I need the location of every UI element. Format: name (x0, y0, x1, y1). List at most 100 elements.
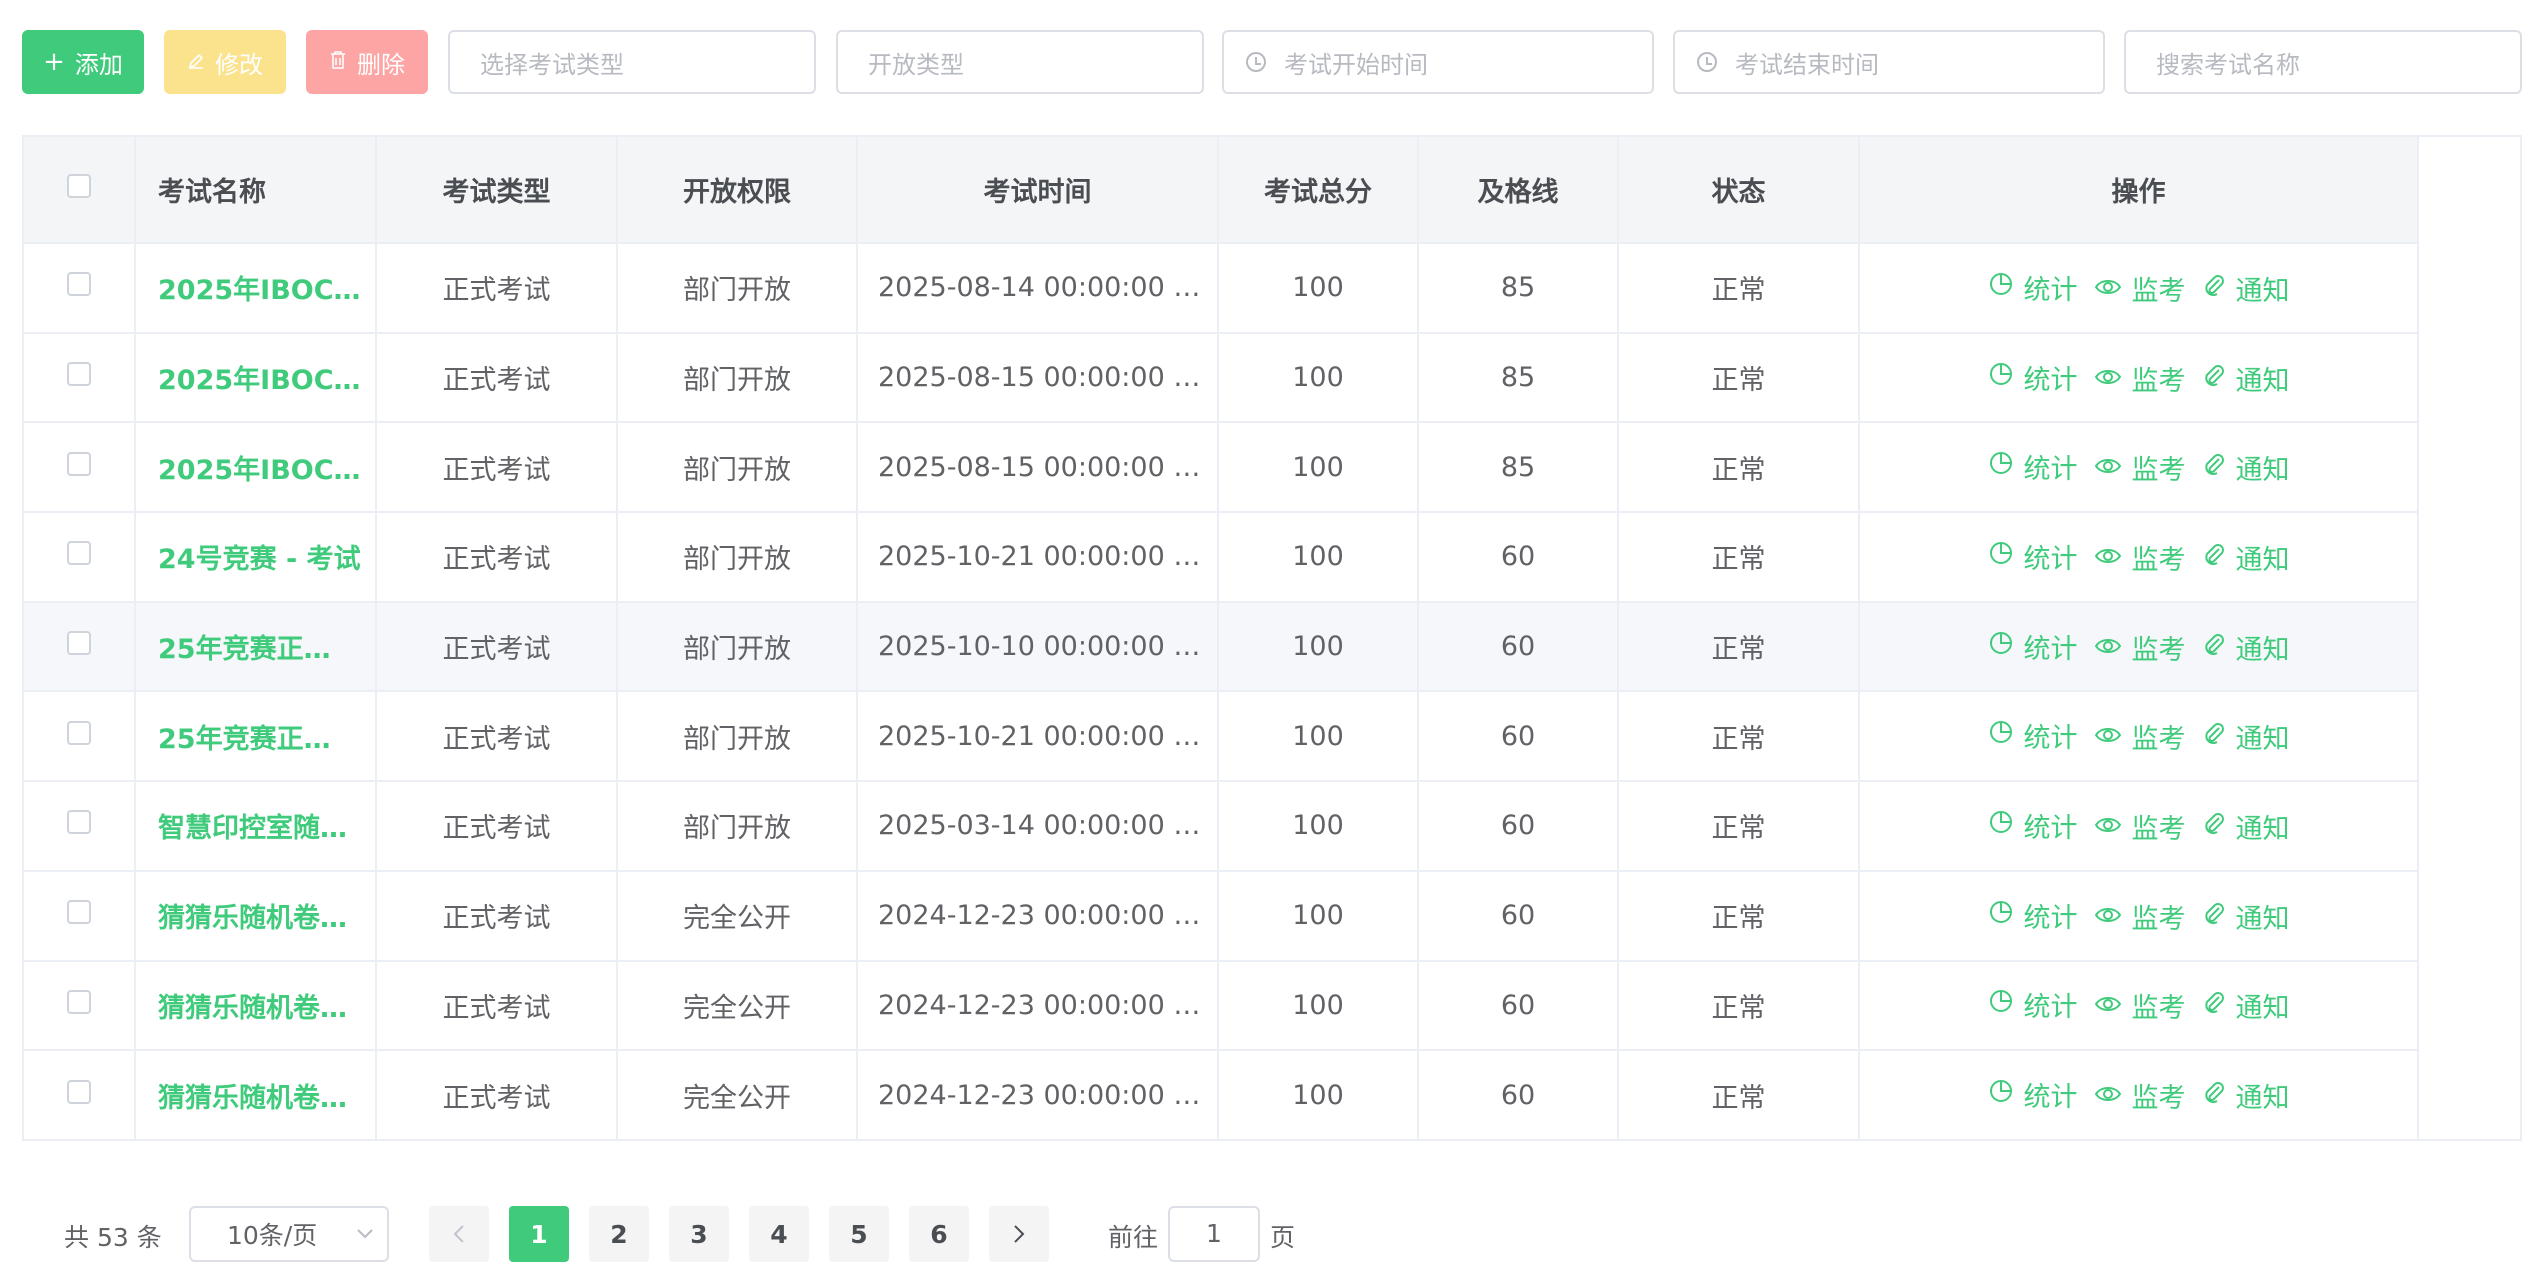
page-4-button[interactable]: 4 (749, 1206, 809, 1262)
stats-label: 统计 (2023, 723, 2078, 755)
monitor-action[interactable]: 监考 (2094, 538, 2186, 577)
monitor-action[interactable]: 监考 (2094, 897, 2186, 936)
exam-name-link[interactable]: 猜猜乐随机卷… (135, 960, 377, 1052)
table-row[interactable]: 25年竞赛正… 正式考试 部门开放 2025-10-10 00:00:00 ~… 100… (24, 601, 2419, 693)
monitor-action[interactable]: 监考 (2094, 448, 2186, 487)
actions-cell: 统计 监考 通知 (1859, 781, 2419, 872)
monitor-action[interactable]: 监考 (2094, 269, 2186, 308)
exam-name-link[interactable]: 2025年IBOC… (135, 422, 377, 514)
row-select-cell (24, 960, 136, 1052)
table-row[interactable]: 猜猜乐随机卷… 正式考试 完全公开 2024-12-23 00:00:00 ~… 100… (24, 870, 2419, 962)
table-row[interactable]: 猜猜乐随机卷… 正式考试 完全公开 2024-12-23 00:00:00 ~… 100… (24, 960, 2419, 1052)
exam-name-link[interactable]: 智慧印控室随… (135, 781, 377, 872)
monitor-action[interactable]: 监考 (2094, 807, 2186, 846)
page-2-button[interactable]: 2 (589, 1206, 649, 1262)
end-time-picker[interactable]: 考试结束时间 (1673, 30, 2105, 94)
monitor-action[interactable]: 监考 (2094, 1076, 2186, 1115)
row-checkbox[interactable] (67, 541, 91, 566)
row-checkbox[interactable] (67, 631, 91, 656)
monitor-action[interactable]: 监考 (2094, 717, 2186, 756)
stats-action[interactable]: 统计 (1988, 1075, 2078, 1114)
notify-action[interactable]: 通知 (2202, 1076, 2290, 1115)
row-checkbox[interactable] (67, 989, 91, 1014)
exam-name-link[interactable]: 25年竞赛正… (135, 691, 377, 783)
eye-icon (2094, 542, 2132, 573)
table-row[interactable]: 2025年IBOC… 正式考试 部门开放 2025-08-14 00:00:00 ~…… (24, 243, 2419, 334)
stats-action[interactable]: 统计 (1988, 627, 2078, 666)
exam-name-link[interactable]: 2025年IBOC… (135, 243, 377, 334)
page-1-button[interactable]: 1 (509, 1206, 569, 1262)
row-checkbox[interactable] (67, 1079, 91, 1104)
exam-name-link[interactable]: 猜猜乐随机卷… (135, 870, 377, 962)
table-row[interactable]: 25年竞赛正… 正式考试 部门开放 2025-10-21 00:00:00 ~… 100… (24, 691, 2419, 783)
paperclip-icon (2202, 452, 2236, 483)
monitor-label: 监考 (2131, 365, 2186, 397)
notify-action[interactable]: 通知 (2202, 986, 2290, 1025)
goto-page-input[interactable]: 1 (1168, 1206, 1260, 1262)
add-button[interactable]: + 添加 (22, 30, 144, 94)
exam-type-select[interactable]: 选择考试类型 (448, 30, 816, 94)
table-row[interactable]: 猜猜乐随机卷… 正式考试 完全公开 2024-12-23 00:00:00 ~… 100… (24, 1050, 2419, 1141)
stats-action[interactable]: 统计 (1988, 358, 2078, 397)
exam-name-link[interactable]: 24号竞赛 - 考试 (135, 512, 377, 603)
notify-action[interactable]: 通知 (2202, 628, 2290, 667)
notify-action[interactable]: 通知 (2202, 448, 2290, 487)
table-row[interactable]: 智慧印控室随… 正式考试 部门开放 2025-03-14 00:00:00 ~… 100… (24, 781, 2419, 872)
row-checkbox[interactable] (67, 810, 91, 835)
notify-action[interactable]: 通知 (2202, 897, 2290, 936)
row-checkbox[interactable] (67, 900, 91, 925)
monitor-label: 监考 (2131, 993, 2186, 1025)
stats-action[interactable]: 统计 (1988, 268, 2078, 307)
start-time-picker[interactable]: 考试开始时间 (1222, 30, 1654, 94)
stats-action[interactable]: 统计 (1988, 985, 2078, 1024)
notify-action[interactable]: 通知 (2202, 807, 2290, 846)
next-page-button[interactable] (989, 1206, 1049, 1262)
monitor-action[interactable]: 监考 (2094, 986, 2186, 1025)
permission-cell: 部门开放 (617, 601, 858, 693)
clock-icon (1697, 52, 1717, 72)
status-cell: 正常 (1618, 332, 1860, 424)
page-3-button[interactable]: 3 (669, 1206, 729, 1262)
stats-action[interactable]: 统计 (1988, 896, 2078, 935)
notify-action[interactable]: 通知 (2202, 538, 2290, 577)
edit-button[interactable]: 修改 (164, 30, 286, 94)
row-checkbox[interactable] (67, 451, 91, 476)
total-score-cell: 100 (1218, 601, 1419, 693)
exam-name-link[interactable]: 2025年IBOC… (135, 332, 377, 424)
trash-icon (329, 47, 347, 77)
table-row[interactable]: 24号竞赛 - 考试 正式考试 部门开放 2025-10-21 00:00:00 ~…… (24, 512, 2419, 603)
delete-button[interactable]: 删除 (306, 30, 428, 94)
page-6-button[interactable]: 6 (909, 1206, 969, 1262)
stats-action[interactable]: 统计 (1988, 447, 2078, 486)
row-checkbox[interactable] (67, 720, 91, 745)
paperclip-icon (2202, 1080, 2236, 1111)
notify-action[interactable]: 通知 (2202, 359, 2290, 398)
page-size-select[interactable]: 10条/页 (189, 1206, 389, 1262)
exam-name-link[interactable]: 猜猜乐随机卷… (135, 1050, 377, 1141)
total-score-cell: 100 (1218, 960, 1419, 1052)
row-checkbox[interactable] (67, 272, 91, 297)
notify-action[interactable]: 通知 (2202, 269, 2290, 308)
stats-action[interactable]: 统计 (1988, 716, 2078, 755)
prev-page-button[interactable] (429, 1206, 489, 1262)
table-row[interactable]: 2025年IBOC… 正式考试 部门开放 2025-08-15 00:00:00 ~…… (24, 332, 2419, 424)
paperclip-icon (2202, 273, 2236, 304)
table-row[interactable]: 2025年IBOC… 正式考试 部门开放 2025-08-15 00:00:00 ~…… (24, 422, 2419, 514)
pie-chart-icon (1988, 361, 2024, 394)
monitor-label: 监考 (2131, 455, 2186, 487)
monitor-action[interactable]: 监考 (2094, 628, 2186, 667)
monitor-action[interactable]: 监考 (2094, 359, 2186, 398)
exam-type-cell: 正式考试 (376, 512, 618, 603)
select-all-checkbox[interactable] (67, 174, 91, 198)
actions-cell: 统计 监考 通知 (1859, 960, 2419, 1052)
row-select-cell (24, 512, 136, 603)
row-checkbox[interactable] (67, 362, 91, 387)
page-5-button[interactable]: 5 (829, 1206, 889, 1262)
stats-action[interactable]: 统计 (1988, 806, 2078, 845)
stats-action[interactable]: 统计 (1988, 537, 2078, 576)
row-select-cell (24, 870, 136, 962)
exam-name-link[interactable]: 25年竞赛正… (135, 601, 377, 693)
search-input[interactable]: 搜索考试名称 (2124, 30, 2522, 94)
notify-action[interactable]: 通知 (2202, 717, 2290, 756)
open-type-select[interactable]: 开放类型 (836, 30, 1204, 94)
